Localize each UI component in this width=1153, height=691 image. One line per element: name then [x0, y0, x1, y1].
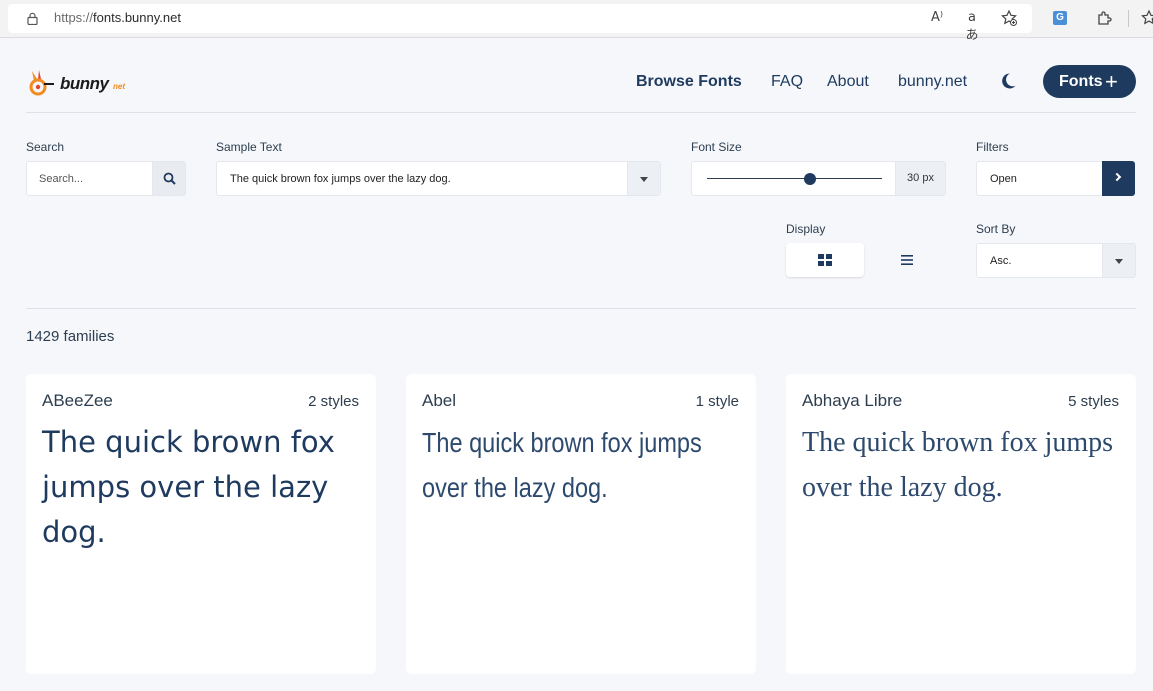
dark-mode-moon-icon[interactable] — [999, 72, 1017, 90]
favorites-icon[interactable] — [1000, 9, 1018, 27]
sample-text-label: Sample Text — [216, 140, 282, 154]
logo-suffix: net — [113, 82, 125, 91]
sort-by-select[interactable]: Asc. — [976, 243, 1136, 278]
bunny-logo-icon — [29, 70, 54, 96]
font-card-sample: The quick brown fox jumps over the lazy … — [42, 425, 335, 549]
sort-by-label: Sort By — [976, 222, 1016, 236]
header-divider — [26, 112, 1136, 113]
extensions-puzzle-icon[interactable] — [1095, 9, 1113, 27]
display-label: Display — [786, 222, 826, 236]
lock-icon — [27, 12, 38, 25]
nav-faq[interactable]: FAQ — [771, 73, 803, 91]
list-view-button[interactable] — [868, 243, 946, 277]
families-count: 1429 families — [26, 328, 115, 345]
sample-text-dropdown-button[interactable] — [627, 162, 660, 195]
filters-select[interactable]: Open — [976, 161, 1103, 196]
font-card-name[interactable]: ABeeZee — [42, 391, 113, 411]
font-card-abel[interactable]: Abel 1 style The quick brown fox jumps o… — [406, 374, 756, 674]
favorites-star-icon[interactable] — [1140, 9, 1153, 27]
sort-by-value: Asc. — [990, 255, 1012, 267]
font-card-abeezee[interactable]: ABeeZee 2 styles The quick brown fox jum… — [26, 374, 376, 674]
slider-thumb[interactable] — [804, 173, 817, 185]
grid-view-button[interactable] — [786, 243, 864, 277]
nav-about[interactable]: About — [827, 73, 869, 91]
filters-label: Filters — [976, 140, 1009, 154]
filters-open-button[interactable] — [1102, 161, 1135, 196]
font-card-sample: The quick brown fox jumps over the lazy … — [422, 427, 702, 503]
sample-text-select[interactable]: The quick brown fox jumps over the lazy … — [216, 161, 661, 196]
logo-wordmark: bunny — [60, 74, 109, 93]
url-text: https://fonts.bunny.net — [54, 10, 181, 25]
sort-dropdown-button[interactable] — [1102, 244, 1135, 277]
fonts-button-label: Fonts — [1059, 73, 1103, 90]
filters-value: Open — [990, 173, 1017, 185]
search-label: Search — [26, 140, 65, 154]
font-card-sample: The quick brown fox jumps over the lazy … — [802, 427, 1114, 503]
font-size-label: Font Size — [691, 140, 742, 154]
address-bar[interactable]: https://fonts.bunny.net — [8, 4, 1032, 33]
font-card-styles: 2 styles — [308, 393, 359, 410]
font-card-abhaya-libre[interactable]: Abhaya Libre 5 styles The quick brown fo… — [786, 374, 1136, 674]
fonts-collection-button[interactable]: Fonts + — [1043, 65, 1136, 98]
font-card-styles: 5 styles — [1068, 393, 1119, 410]
font-card-styles: 1 style — [695, 393, 739, 410]
font-card-name[interactable]: Abel — [422, 391, 456, 411]
sample-text-value: The quick brown fox jumps over the lazy … — [230, 173, 451, 185]
chevron-right-icon — [1112, 172, 1122, 182]
extension-g-icon[interactable]: G — [1053, 11, 1067, 25]
browser-toolbar: https://fonts.bunny.net A⁾ aあ G — [0, 0, 1153, 43]
slider-track — [707, 178, 882, 179]
nav-browse-fonts[interactable]: Browse Fonts — [636, 73, 742, 91]
font-size-slider[interactable] — [691, 161, 896, 196]
search-button[interactable] — [152, 161, 186, 196]
chevron-down-icon — [1115, 259, 1123, 264]
search-icon — [163, 172, 176, 185]
chevron-down-icon — [640, 177, 648, 182]
font-card-name[interactable]: Abhaya Libre — [802, 391, 902, 411]
toolbar-separator — [1128, 10, 1129, 27]
controls-divider — [26, 308, 1136, 309]
list-icon — [901, 255, 913, 265]
search-input[interactable] — [26, 161, 153, 196]
font-size-value: 30 px — [895, 161, 946, 196]
grid-icon — [818, 254, 832, 266]
nav-bunny-net[interactable]: bunny.net — [898, 73, 967, 91]
read-aloud-icon[interactable]: A⁾ — [928, 9, 946, 27]
translate-icon[interactable]: aあ — [963, 9, 981, 43]
plus-icon: + — [1105, 69, 1118, 94]
